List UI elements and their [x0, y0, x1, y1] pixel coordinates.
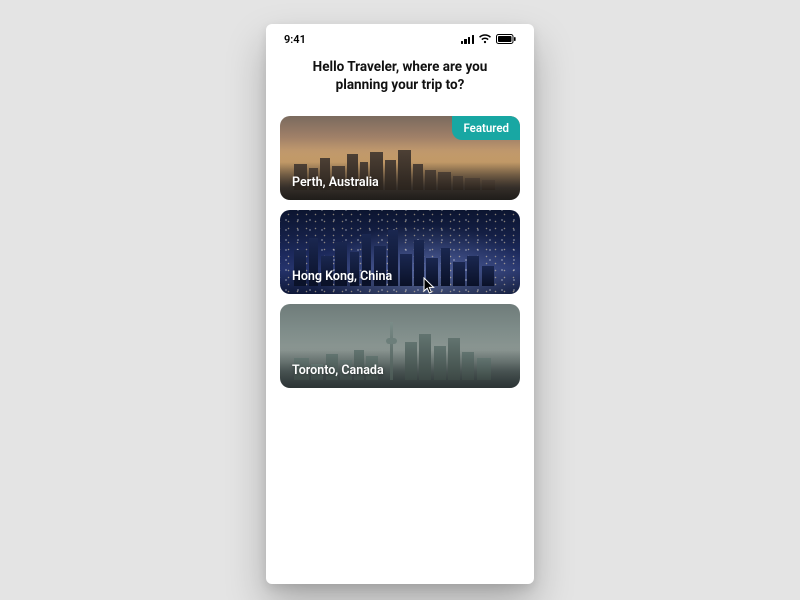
cn-tower-icon — [390, 322, 393, 380]
featured-badge: Featured — [452, 116, 520, 140]
cellular-signal-icon — [461, 34, 474, 44]
heading-line-1: Hello Traveler, where are you — [292, 58, 508, 76]
wifi-icon — [478, 34, 492, 44]
destination-label: Perth, Australia — [292, 175, 379, 190]
destination-card-hong-kong[interactable]: Hong Kong, China — [280, 210, 520, 294]
phone-frame: 9:41 Hello Traveler, where are you plann… — [266, 24, 534, 584]
destination-label: Toronto, Canada — [292, 363, 384, 378]
status-bar: 9:41 — [266, 24, 534, 54]
status-icons — [461, 34, 516, 44]
destination-card-perth[interactable]: Featured Perth, Australia — [280, 116, 520, 200]
page-heading: Hello Traveler, where are you planning y… — [266, 54, 534, 106]
status-time: 9:41 — [284, 33, 306, 46]
battery-icon — [496, 34, 516, 44]
heading-line-2: planning your trip to? — [292, 76, 508, 94]
destination-label: Hong Kong, China — [292, 269, 392, 284]
destination-card-toronto[interactable]: Toronto, Canada — [280, 304, 520, 388]
